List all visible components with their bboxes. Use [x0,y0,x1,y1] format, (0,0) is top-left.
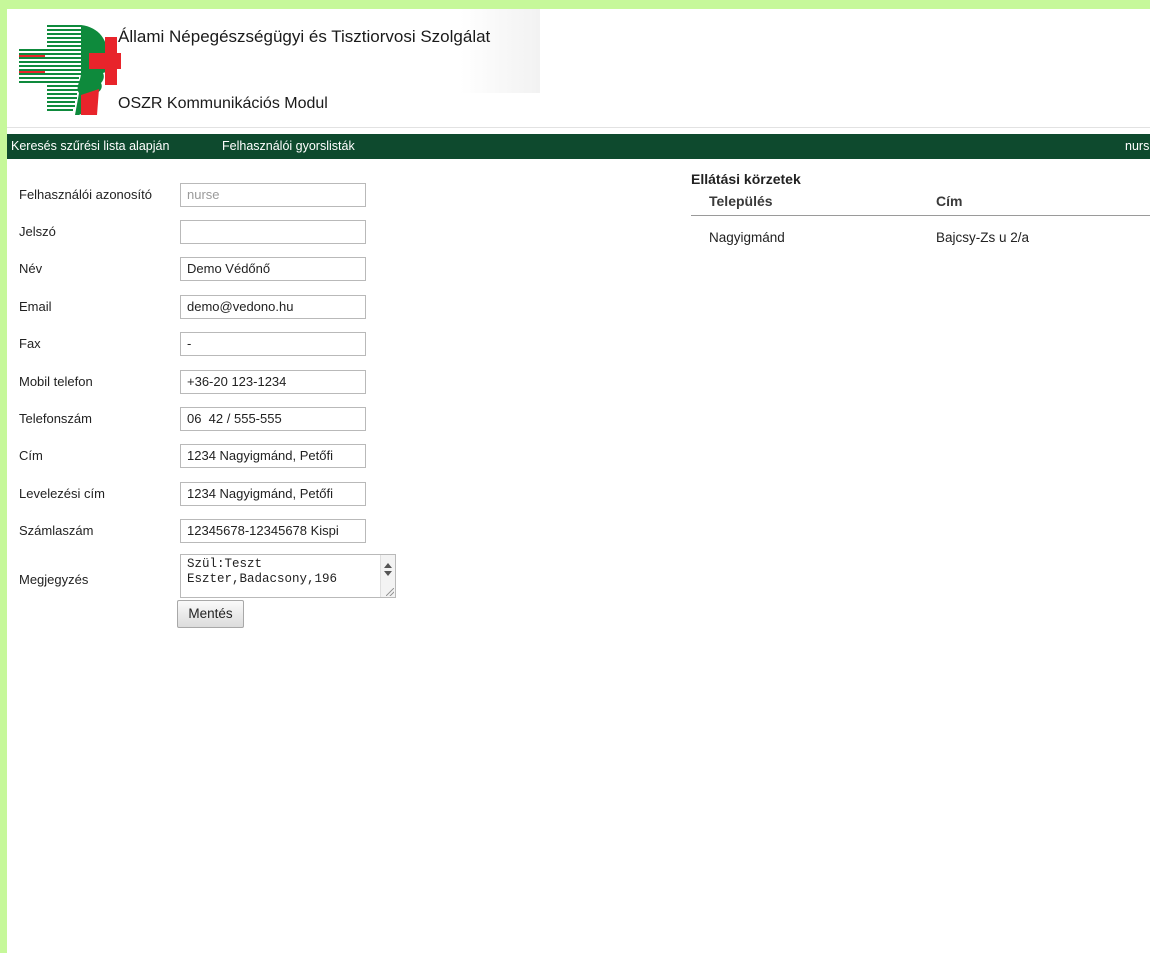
districts-title: Ellátási körzetek [691,171,801,187]
field-label: Mobil telefon [19,374,93,389]
mobile-phone-field[interactable]: +36-20 123-1234 [180,370,366,394]
account-number-field[interactable]: 12345678-12345678 Kispi [180,519,366,543]
notes-line-1: Szül:Teszt [187,557,263,571]
name-field[interactable]: Demo Védőnő [180,257,366,281]
field-label: Cím [19,448,43,463]
column-header-address: Cím [936,193,963,209]
resize-grip-icon[interactable] [386,588,394,596]
scroll-up-icon[interactable] [384,563,392,568]
field-label: Fax [19,336,41,351]
save-button[interactable]: Mentés [177,600,244,628]
header-subtitle: OSZR Kommunikációs Modul [118,95,328,112]
district-settlement-cell: Nagyigmánd [709,230,785,245]
email-field[interactable]: demo@vedono.hu [180,295,366,319]
field-label: Megjegyzés [19,572,89,587]
field-label: Jelszó [19,224,56,239]
field-label: Számlaszám [19,523,94,538]
field-label: Név [19,261,43,276]
notes-line-2: Eszter,Badacsony,196 [187,572,338,586]
header-title: Állami Népegészségügyi és Tisztiorvosi S… [118,27,491,46]
field-label: Telefonszám [19,411,92,426]
district-address-cell: Bajcsy-Zs u 2/a [936,230,1030,245]
nav-search-by-screening-list[interactable]: Keresés szűrési lista alapján [11,139,169,153]
header-divider [691,215,1150,216]
scroll-down-icon[interactable] [384,571,392,576]
address-field[interactable]: 1234 Nagyigmánd, Petőfi [180,444,366,468]
user-id-field: nurse [180,183,366,207]
nav-user-quick-lists[interactable]: Felhasználói gyorslisták [222,139,355,153]
antsz-logo-icon [19,25,121,115]
field-label: Felhasználói azonosító [19,187,152,202]
notes-textarea[interactable]: Szül:Teszt Eszter,Badacsony,196 [180,554,396,598]
phone-field[interactable]: 06 42 / 555-555 [180,407,366,431]
top-navbar: Keresés szűrési lista alapján Felhasznál… [7,134,1150,159]
field-label: Email [19,299,52,314]
header: Állami Népegészségügyi és Tisztiorvosi S… [7,9,1150,128]
column-header-settlement: Település [709,193,773,209]
page-frame: Állami Népegészségügyi és Tisztiorvosi S… [7,9,1150,953]
fax-field[interactable]: - [180,332,366,356]
mailing-address-field[interactable]: 1234 Nagyigmánd, Petőfi [180,482,366,506]
notes-text: Szül:Teszt Eszter,Badacsony,196 [187,557,337,587]
password-field[interactable] [180,220,366,244]
logged-in-user[interactable]: nurs [1125,139,1149,153]
field-label: Levelezési cím [19,486,105,501]
